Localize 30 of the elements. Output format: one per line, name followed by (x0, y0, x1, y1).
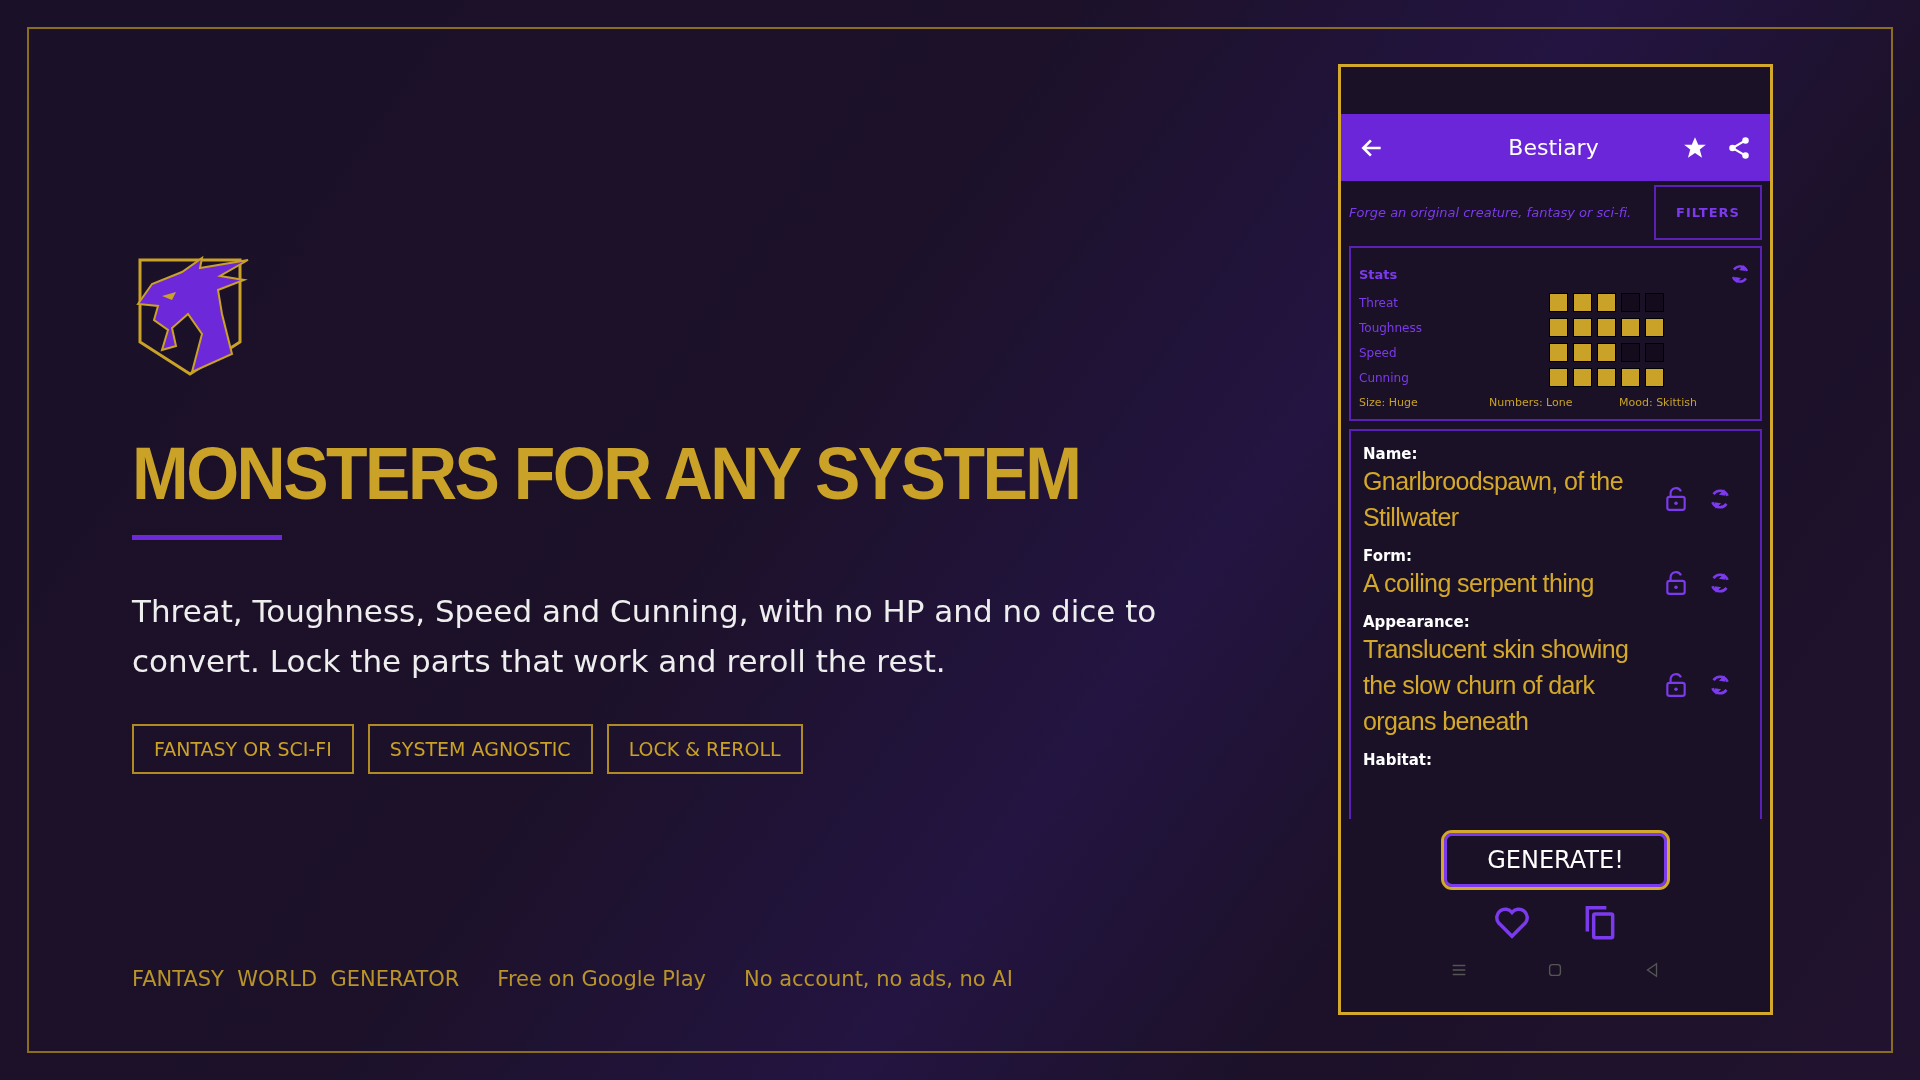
stat-label: Cunning (1359, 370, 1410, 385)
padlock-icon[interactable] (1663, 570, 1689, 596)
padlock-icon[interactable] (1663, 672, 1689, 698)
share-icon[interactable] (1726, 134, 1752, 161)
trait-text: Mood: Skittish (1619, 396, 1698, 409)
field-label: Habitat: (1363, 751, 1434, 769)
field-value: A coiling serpent thing (1363, 568, 1595, 599)
field-value: Translucent skin showing the slow churn of dark organs beneath (1363, 634, 1630, 737)
feature-tag: SYSTEM AGNOSTIC (367, 724, 593, 774)
stat-label: Toughness (1359, 320, 1423, 335)
stats-heading: Stats (1359, 266, 1398, 282)
trait-text: Numbers: Lone (1489, 396, 1574, 409)
field-label: Form: (1363, 547, 1413, 565)
feature-tag: LOCK & REROLL (606, 724, 803, 774)
feature-tag: FANTASY OR SCI-FI (132, 724, 354, 774)
hero-description: Threat, Toughness, Speed and Cunning, with no HP and no dice to convert. Lock the parts that work and reroll the rest. (132, 592, 1158, 681)
field-value: Gnarlbroodspawn, of the Stillwater (1363, 466, 1624, 533)
subtitle-text: Forge an original creature, fantasy or sci-fi. (1349, 205, 1632, 220)
generate-button[interactable]: GENERATE! (1444, 833, 1667, 887)
footer-text: Free on Google Play (497, 967, 706, 991)
hero-title: MONSTERS FOR ANY SYSTEM (132, 435, 1081, 511)
field-label: Appearance: (1363, 613, 1471, 631)
stat-label: Speed (1359, 345, 1398, 360)
trait-text: Size: Huge (1359, 396, 1419, 409)
field-label: Name: (1363, 445, 1419, 463)
screen-title: Bestiary (1507, 135, 1600, 160)
footer-text: No account, no ads, no AI (743, 967, 1013, 991)
stat-label: Threat (1359, 295, 1400, 310)
padlock-icon[interactable] (1663, 486, 1689, 512)
footer-text: FANTASY WORLD GENERATOR (132, 967, 460, 991)
